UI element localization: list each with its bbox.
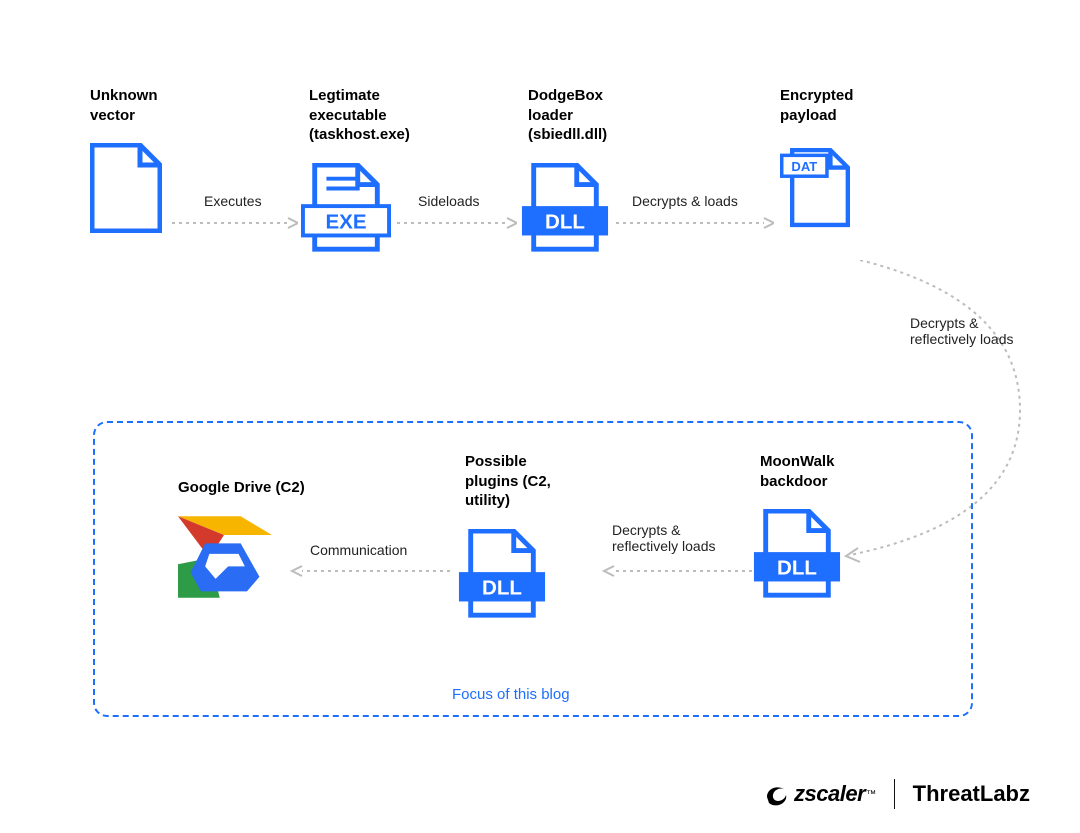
label-backdoor: MoonWalk backdoor (760, 452, 842, 491)
node-plugins: Possible plugins (C2, utility) DLL (465, 452, 551, 625)
file-icon (90, 143, 162, 233)
svg-text:DLL: DLL (777, 557, 817, 580)
node-encrypted-payload: Encrypted payload DAT (780, 86, 860, 239)
label-unknown: Unknown vector (90, 86, 162, 125)
arrow-label-executes: Executes (204, 193, 262, 209)
exe-file-icon: EXE (301, 163, 391, 259)
label-gdrive: Google Drive (C2) (178, 478, 305, 498)
label-exe: Legtimate executable (taskhost.exe) (309, 86, 410, 145)
node-moonwalk-backdoor: MoonWalk backdoor DLL (760, 452, 842, 605)
node-dodgebox-loader: DodgeBox loader (sbiedll.dll) DLL (528, 86, 610, 259)
arrow-label-reflective-1: Decrypts & reflectively loads (910, 315, 1014, 347)
arrow-label-communication: Communication (310, 542, 407, 558)
footer: zscaler™ ThreatLabz (764, 779, 1030, 809)
node-google-drive: Google Drive (C2) (178, 478, 305, 600)
dll-badge-text: DLL (545, 210, 585, 233)
dll-file-icon-3: DLL (457, 529, 547, 625)
zscaler-swirl-icon (764, 781, 790, 807)
dll-file-icon: DLL (520, 163, 610, 259)
threatlabz-text: ThreatLabz (913, 781, 1030, 807)
node-unknown-vector: Unknown vector (90, 86, 162, 233)
node-legit-exe: Legtimate executable (taskhost.exe) EXE (309, 86, 410, 259)
label-loader: DodgeBox loader (sbiedll.dll) (528, 86, 610, 145)
label-payload: Encrypted payload (780, 86, 860, 125)
focus-caption: Focus of this blog (452, 686, 570, 703)
arrow-decrypts-loads (616, 216, 774, 230)
dat-file-icon: DAT (780, 143, 860, 239)
svg-text:DLL: DLL (482, 576, 522, 599)
exe-badge-text: EXE (325, 210, 366, 233)
arrow-executes (172, 216, 298, 230)
tm: ™ (866, 789, 876, 800)
google-drive-icon (178, 516, 272, 600)
arrow-label-reflective-2: Decrypts & reflectively loads (612, 522, 716, 554)
zscaler-logo: zscaler™ (764, 781, 876, 807)
zscaler-text: zscaler (794, 781, 865, 807)
footer-divider (894, 779, 895, 809)
label-plugins: Possible plugins (C2, utility) (465, 452, 551, 511)
dll-file-icon-2: DLL (752, 509, 842, 605)
arrow-label-decrypts-loads: Decrypts & loads (632, 193, 738, 209)
dat-badge-text: DAT (791, 159, 817, 174)
arrow-label-sideloads: Sideloads (418, 193, 480, 209)
arrow-sideloads (397, 216, 517, 230)
arrow-reflective-2 (602, 564, 752, 578)
arrow-communication (290, 564, 450, 578)
